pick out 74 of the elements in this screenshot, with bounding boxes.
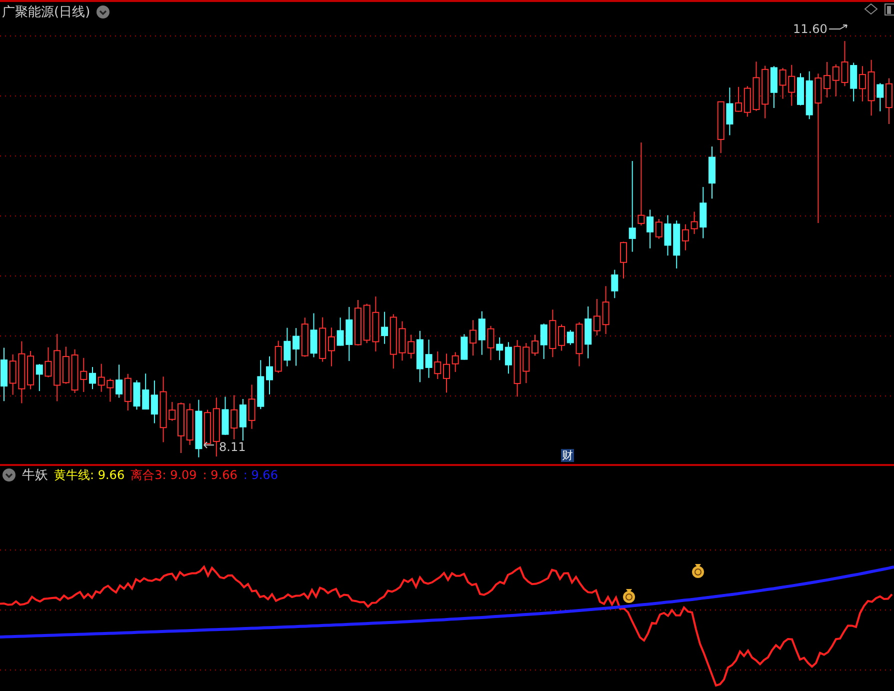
candlestick — [186, 402, 194, 446]
candlestick — [700, 186, 707, 239]
price-label: 11.60 — [793, 22, 828, 36]
candlestick — [532, 334, 538, 356]
candlestick — [98, 363, 105, 392]
candlestick — [18, 340, 26, 404]
candlestick — [708, 146, 716, 200]
candlestick — [611, 269, 618, 299]
indicator-reading: : 9.66 — [202, 468, 238, 482]
candlestick — [222, 396, 229, 436]
candlestick — [178, 402, 184, 454]
candlestick — [44, 346, 52, 378]
money-bag-icon — [692, 564, 704, 578]
candlestick — [841, 40, 848, 87]
candlestick — [274, 340, 282, 374]
candlestick — [549, 309, 556, 358]
candlestick — [460, 334, 468, 360]
candlestick — [664, 214, 672, 256]
money-bag-icon — [623, 589, 635, 603]
candlestick — [248, 384, 256, 430]
candlestick — [690, 211, 698, 235]
chevron-icon[interactable] — [2, 468, 16, 482]
candlestick — [717, 100, 724, 154]
candlestick — [346, 306, 353, 362]
indicator-reading: : 9.66 — [243, 468, 278, 482]
candlestick — [620, 241, 627, 279]
candlestick — [0, 347, 8, 402]
candlestick — [9, 354, 16, 396]
candlestick — [487, 325, 494, 361]
candlestick — [788, 64, 796, 106]
chevron-icon[interactable] — [96, 4, 110, 18]
candlestick — [779, 67, 786, 100]
candlestick — [266, 356, 273, 395]
candlestick — [602, 286, 610, 335]
candlestick — [752, 61, 760, 112]
candlestick — [195, 399, 202, 458]
candlestick — [452, 352, 459, 372]
candlestick — [576, 322, 583, 367]
arrow-icon — [828, 24, 848, 30]
candlestick — [806, 70, 813, 120]
square-icon[interactable] — [884, 3, 894, 16]
indicator-reading: 离合3: 9.09 — [130, 466, 197, 484]
candlestick — [434, 350, 442, 380]
candlestick — [540, 323, 548, 360]
candlestick — [160, 376, 167, 443]
diamond-icon[interactable] — [864, 3, 878, 15]
candlestick — [336, 317, 344, 346]
arrow-icon — [204, 442, 214, 448]
chart-title: 广聚能源(日线) — [2, 4, 90, 20]
candlestick — [257, 360, 264, 410]
candlestick — [425, 339, 432, 378]
candlestick — [80, 357, 88, 392]
candlestick — [398, 320, 406, 362]
candlestick — [372, 296, 380, 352]
candlestick — [797, 72, 804, 106]
candlestick — [168, 401, 176, 422]
candlestick — [363, 303, 370, 344]
candlestick — [284, 327, 291, 367]
candlestick — [868, 59, 875, 116]
candlestick — [726, 87, 734, 136]
candlestick — [354, 299, 362, 346]
candlestick — [310, 312, 318, 358]
candlestick — [522, 342, 530, 384]
badge[interactable]: 财 — [561, 449, 574, 462]
candlestick — [133, 380, 140, 410]
price-label: 8.11 — [219, 440, 246, 454]
candlestick — [106, 378, 114, 402]
candlestick — [71, 348, 78, 394]
candlestick — [876, 82, 884, 112]
candlestick — [443, 353, 450, 394]
indicator-reading: 黄牛线: 9.66 — [54, 466, 125, 484]
candlestick — [89, 366, 96, 390]
indicator-name: 牛妖 — [22, 467, 48, 484]
candlestick — [514, 340, 521, 398]
